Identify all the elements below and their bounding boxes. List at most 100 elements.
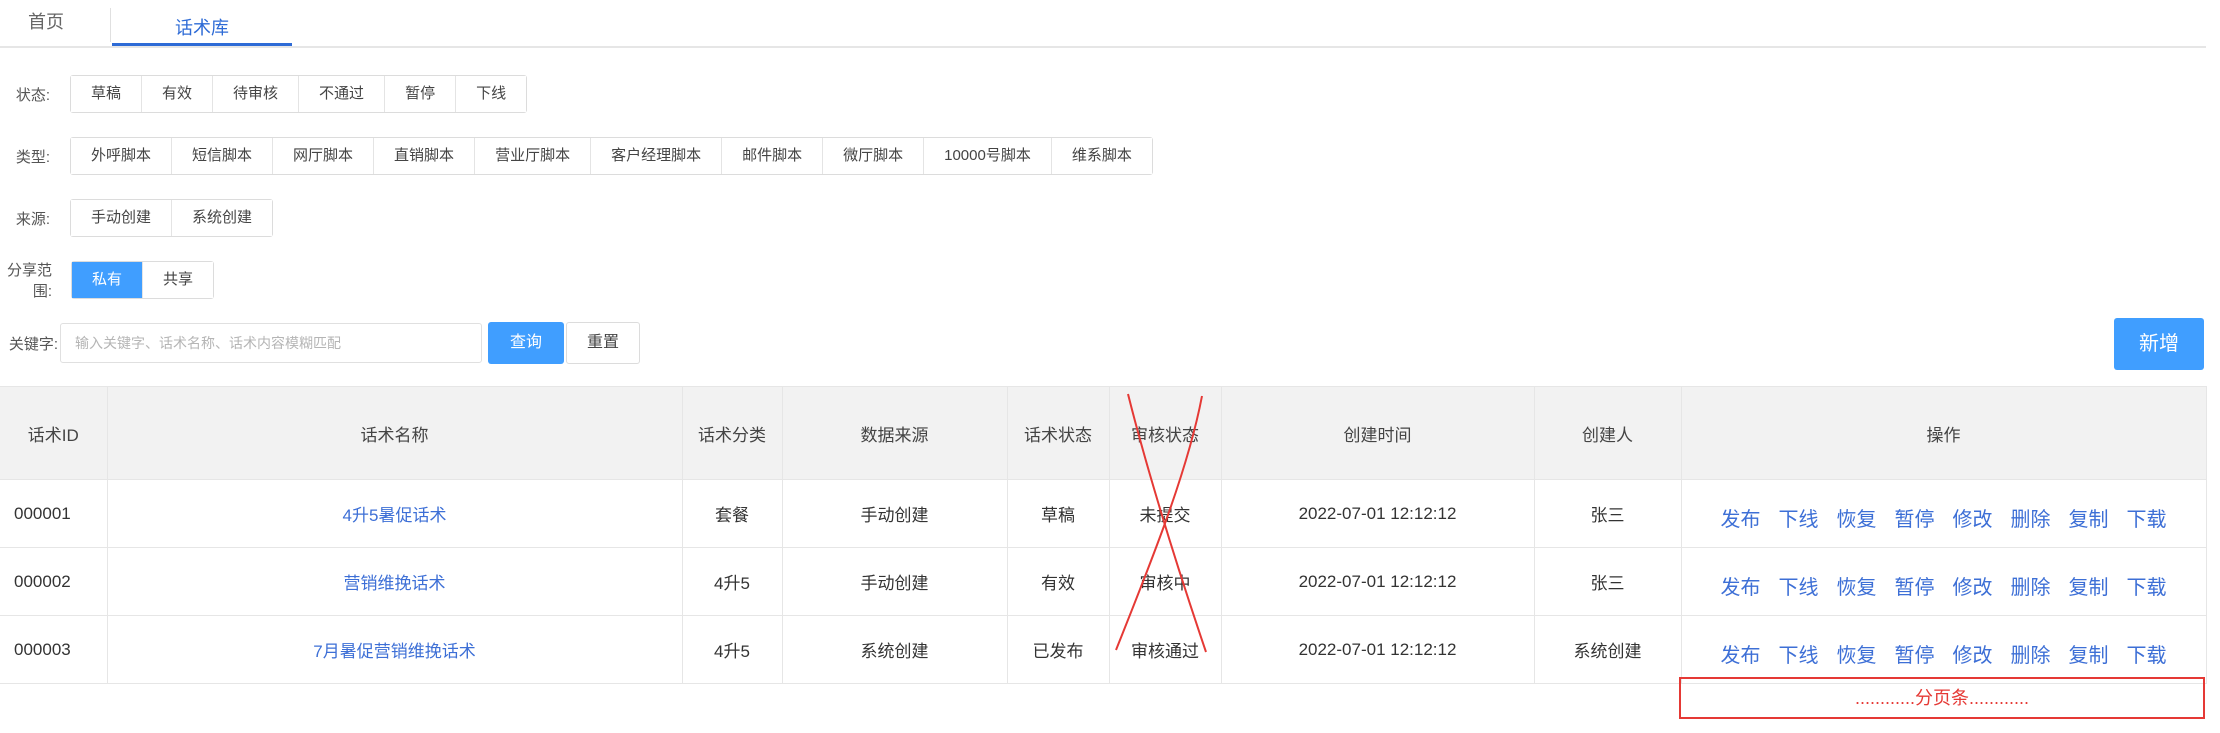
col-header-category: 话术分类 (681, 386, 783, 480)
cell-actions: 发布 下线 恢复 暂停 修改 删除 复制 下载 (1680, 479, 2207, 548)
type-option-7[interactable]: 微厅脚本 (822, 138, 924, 174)
cell-actions: 发布 下线 恢复 暂停 修改 删除 复制 下载 (1680, 547, 2207, 616)
cell-created-time: 2022-07-01 12:12:12 (1220, 479, 1535, 548)
status-option-3[interactable]: 不通过 (298, 76, 385, 112)
cell-status: 已发布 (1006, 615, 1110, 684)
action-link-5[interactable]: 删除 (2011, 639, 2051, 668)
cell-name[interactable]: 7月暑促营销维挽话术 (106, 615, 683, 684)
action-link-0[interactable]: 发布 (1721, 639, 1761, 668)
scope-option-0[interactable]: 私有 (72, 262, 143, 298)
cell-status: 有效 (1006, 547, 1110, 616)
col-header-creator: 创建人 (1533, 386, 1682, 480)
type-option-3[interactable]: 直销脚本 (373, 138, 475, 174)
action-link-7[interactable]: 下载 (2127, 571, 2167, 600)
source-option-0[interactable]: 手动创建 (71, 200, 172, 236)
cell-review-status: 审核通过 (1108, 615, 1222, 684)
type-filter-row: 类型: 外呼脚本 短信脚本 网厅脚本 直销脚本 营业厅脚本 客户经理脚本 邮件脚本 微厅脚本 1… (0, 137, 1153, 175)
type-option-0[interactable]: 外呼脚本 (71, 138, 172, 174)
pagination-placeholder: ............分页条............ (1679, 677, 2205, 719)
col-header-status: 话术状态 (1006, 386, 1110, 480)
action-link-2[interactable]: 恢复 (1837, 503, 1877, 532)
cell-creator: 系统创建 (1533, 615, 1682, 684)
table-row: 000003 7月暑促营销维挽话术 4升5 系统创建 已发布 审核通过 2022-07-01… (0, 615, 2207, 684)
cell-review-status: 未提交 (1108, 479, 1222, 548)
col-header-name: 话术名称 (106, 386, 683, 480)
action-link-7[interactable]: 下载 (2127, 503, 2167, 532)
action-link-6[interactable]: 复制 (2069, 503, 2109, 532)
source-filter-options: 手动创建 系统创建 (70, 199, 274, 237)
scope-filter-row: 分享范围: 私有 共享 (0, 261, 215, 300)
keyword-label: 关键字: (8, 335, 58, 353)
status-option-2[interactable]: 待审核 (212, 76, 299, 112)
table-row: 000001 4升5暑促话术 套餐 手动创建 草稿 未提交 2022-07-01 12:12… (0, 479, 2207, 548)
type-option-8[interactable]: 10000号脚本 (923, 138, 1051, 174)
action-link-0[interactable]: 发布 (1721, 571, 1761, 600)
status-option-4[interactable]: 暂停 (384, 76, 456, 112)
cell-source: 系统创建 (781, 615, 1008, 684)
tab-bar: 首页 话术库 (0, 0, 2206, 48)
type-option-4[interactable]: 营业厅脚本 (474, 138, 591, 174)
type-option-2[interactable]: 网厅脚本 (272, 138, 374, 174)
status-filter-row: 状态: 草稿 有效 待审核 不通过 暂停 下线 (0, 75, 528, 113)
action-link-5[interactable]: 删除 (2011, 571, 2051, 600)
action-link-2[interactable]: 恢复 (1837, 571, 1877, 600)
query-button[interactable]: 查询 (488, 322, 564, 364)
col-header-source: 数据来源 (781, 386, 1008, 480)
action-link-6[interactable]: 复制 (2069, 571, 2109, 600)
action-link-7[interactable]: 下载 (2127, 639, 2167, 668)
cell-category: 套餐 (681, 479, 783, 548)
col-header-review-status: 审核状态 (1108, 386, 1222, 480)
source-filter-label: 来源: (15, 210, 50, 228)
cell-category: 4升5 (681, 547, 783, 616)
action-link-4[interactable]: 修改 (1953, 639, 1993, 668)
action-link-3[interactable]: 暂停 (1895, 503, 1935, 532)
action-link-5[interactable]: 删除 (2011, 503, 2051, 532)
col-header-created-time: 创建时间 (1220, 386, 1535, 480)
tab-script-library[interactable]: 话术库 (112, 14, 292, 40)
status-option-0[interactable]: 草稿 (71, 76, 142, 112)
cell-source: 手动创建 (781, 547, 1008, 616)
cell-id: 000001 (0, 479, 108, 548)
type-filter-label: 类型: (15, 148, 50, 166)
action-link-3[interactable]: 暂停 (1895, 639, 1935, 668)
cell-name[interactable]: 营销维挽话术 (106, 547, 683, 616)
scope-filter-options: 私有 共享 (71, 261, 215, 299)
action-link-1[interactable]: 下线 (1779, 571, 1819, 600)
scope-filter-label: 分享范围: (6, 262, 52, 300)
action-link-1[interactable]: 下线 (1779, 639, 1819, 668)
cell-created-time: 2022-07-01 12:12:12 (1220, 547, 1535, 616)
action-link-4[interactable]: 修改 (1953, 503, 1993, 532)
add-new-button[interactable]: 新增 (2114, 318, 2204, 370)
active-tab-indicator (112, 43, 292, 46)
script-table: 话术ID 话术名称 话术分类 数据来源 话术状态 审核状态 创建时间 创建人 操… (0, 386, 2207, 684)
action-link-6[interactable]: 复制 (2069, 639, 2109, 668)
type-option-9[interactable]: 维系脚本 (1050, 138, 1152, 174)
type-option-5[interactable]: 客户经理脚本 (590, 138, 722, 174)
source-option-1[interactable]: 系统创建 (171, 200, 273, 236)
type-option-1[interactable]: 短信脚本 (171, 138, 273, 174)
cell-actions: 发布 下线 恢复 暂停 修改 删除 复制 下载 (1680, 615, 2207, 684)
reset-button[interactable]: 重置 (566, 322, 640, 364)
keyword-row: 关键字: 查询 重置 (0, 322, 640, 364)
cell-created-time: 2022-07-01 12:12:12 (1220, 615, 1535, 684)
cell-id: 000002 (0, 547, 108, 616)
action-link-2[interactable]: 恢复 (1837, 639, 1877, 668)
action-link-0[interactable]: 发布 (1721, 503, 1761, 532)
status-filter-label: 状态: (15, 86, 50, 104)
action-link-4[interactable]: 修改 (1953, 571, 1993, 600)
table-header-row: 话术ID 话术名称 话术分类 数据来源 话术状态 审核状态 创建时间 创建人 操… (0, 386, 2207, 480)
status-option-5[interactable]: 下线 (455, 76, 527, 112)
cell-review-status: 审核中 (1108, 547, 1222, 616)
scope-option-1[interactable]: 共享 (142, 262, 214, 298)
action-link-3[interactable]: 暂停 (1895, 571, 1935, 600)
status-option-1[interactable]: 有效 (141, 76, 213, 112)
action-link-1[interactable]: 下线 (1779, 503, 1819, 532)
col-header-id: 话术ID (0, 386, 108, 480)
type-option-6[interactable]: 邮件脚本 (721, 138, 823, 174)
keyword-input[interactable] (60, 323, 482, 363)
tab-divider (110, 8, 111, 42)
cell-source: 手动创建 (781, 479, 1008, 548)
tab-home[interactable]: 首页 (28, 8, 64, 34)
cell-name[interactable]: 4升5暑促话术 (106, 479, 683, 548)
source-filter-row: 来源: 手动创建 系统创建 (0, 199, 274, 237)
